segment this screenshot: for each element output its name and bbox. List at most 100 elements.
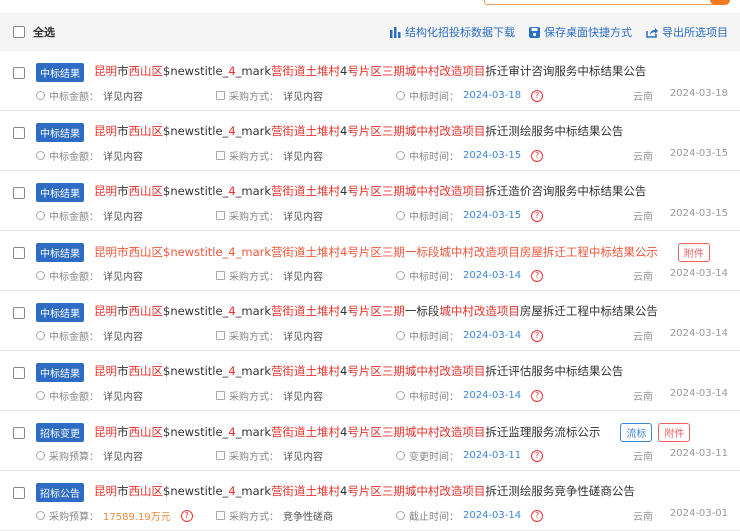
title-segment: 房屋拆迁工程中标结果公告 [519, 304, 658, 318]
select-all-checkbox[interactable] [13, 26, 25, 38]
list-item: 中标结果 昆明市西山区$newstitle_4_mark营街道土堆村4号片区三期… [0, 231, 740, 291]
document-icon [216, 391, 225, 400]
title-segment: 号片区三期城中村改造项目 [347, 484, 486, 498]
time-meta: 中标时间： 2024-03-18? [396, 88, 544, 103]
time-meta: 中标时间： 2024-03-14? [396, 328, 544, 343]
row-checkbox[interactable] [13, 367, 25, 379]
time-meta: 中标时间： 2024-03-15? [396, 148, 544, 163]
item-title-link[interactable]: 昆明市西山区$newstitle_4_mark营街道土堆村4号片区三期城中村改造… [94, 483, 635, 499]
publish-date: 2024-03-18 [669, 88, 728, 99]
help-icon[interactable]: ? [531, 89, 544, 102]
region: 云南 [633, 512, 653, 523]
amount-meta: 中标金额： 详见内容 [36, 148, 143, 163]
title-segment: 营街道土堆村 [271, 304, 341, 318]
category-tag: 中标结果 [36, 363, 84, 382]
item-title-link[interactable]: 昆明市西山区$newstitle_4_mark营街道土堆村4号片区三期城中村改造… [94, 183, 646, 199]
share-icon [646, 27, 658, 38]
title-segment: 市 [117, 124, 129, 138]
title-segment: 昆明市西山区$newstitle_4_mark营街道土堆村4号片区三期一标段城中… [94, 245, 658, 259]
method-meta: 采购方式： 详见内容 [216, 388, 323, 403]
row-checkbox[interactable] [13, 127, 25, 139]
download-data-button[interactable]: 结构化招投标数据下载 [390, 24, 515, 40]
save-shortcut-button[interactable]: 保存桌面快捷方式 [529, 24, 632, 40]
category-tag: 中标结果 [36, 303, 84, 322]
publish-date: 2024-03-14 [669, 328, 728, 339]
title-segment: 拆迁监理服务流标公示 [485, 425, 601, 439]
title-segment: 西山区 [128, 425, 164, 439]
clock-icon [396, 151, 405, 160]
amount-meta: 采购预算： 17589.19万元? [36, 508, 193, 523]
title-segment: 号片区三期城中村改造项目 [347, 124, 486, 138]
bar-chart-icon [390, 26, 401, 38]
title-segment: 昆明 [94, 484, 117, 498]
method-meta: 采购方式： 详见内容 [216, 88, 323, 103]
help-icon[interactable]: ? [531, 329, 544, 342]
item-title-link[interactable]: 昆明市西山区$newstitle_4_mark营街道土堆村4号片区三期城中村改造… [94, 363, 623, 379]
help-icon[interactable]: ? [180, 509, 193, 522]
result-list: 中标结果 昆明市西山区$newstitle_4_mark营街道土堆村4号片区三期… [0, 51, 740, 531]
title-segment: 拆迁评估服务中标结果公告 [485, 364, 624, 378]
title-segment: 营街道土堆村 [271, 64, 341, 78]
clock-icon [396, 451, 405, 460]
category-tag: 中标结果 [36, 123, 84, 142]
title-segment: 西山区 [128, 364, 164, 378]
title-segment: $newstitle_ [163, 484, 229, 498]
region: 云南 [633, 152, 653, 163]
row-checkbox[interactable] [13, 67, 25, 79]
top-search-area [0, 0, 740, 13]
title-segment: 拆迁审计咨询服务中标结果公告 [485, 64, 647, 78]
title-segment: $newstitle_ [163, 425, 229, 439]
row-checkbox[interactable] [13, 307, 25, 319]
item-title-link[interactable]: 昆明市西山区$newstitle_4_mark营街道土堆村4号片区三期城中村改造… [94, 123, 623, 139]
title-segment: 西山区 [128, 184, 164, 198]
search-input[interactable] [484, 0, 726, 5]
method-meta: 采购方式： 详见内容 [216, 148, 323, 163]
coin-icon [36, 331, 45, 340]
title-segment: $newstitle_ [163, 124, 229, 138]
list-item: 中标结果 昆明市西山区$newstitle_4_mark营街道土堆村4号片区三期… [0, 171, 740, 231]
list-item: 招标公告 昆明市西山区$newstitle_4_mark营街道土堆村4号片区三期… [0, 471, 740, 531]
row-checkbox[interactable] [13, 187, 25, 199]
help-icon[interactable]: ? [531, 509, 544, 522]
title-segment: 市 [117, 184, 129, 198]
document-icon [216, 451, 225, 460]
help-icon[interactable]: ? [531, 449, 544, 462]
help-icon[interactable]: ? [531, 149, 544, 162]
title-segment: 号片区三期城中村改造项目 [347, 425, 486, 439]
category-tag: 中标结果 [36, 183, 84, 202]
title-segment: _mark [235, 304, 272, 318]
row-checkbox[interactable] [13, 487, 25, 499]
title-segment: _mark [235, 364, 272, 378]
title-segment: 4 [228, 64, 236, 78]
title-segment: 营街道土堆村 [271, 484, 341, 498]
title-segment: 号片区三期城中村改造项目 [347, 364, 486, 378]
title-segment: $newstitle_ [163, 304, 229, 318]
category-tag: 招标变更 [36, 423, 84, 442]
help-icon[interactable]: ? [531, 209, 544, 222]
export-selected-button[interactable]: 导出所选项目 [646, 24, 728, 40]
select-all-label[interactable]: 全选 [33, 24, 55, 40]
row-checkbox[interactable] [13, 427, 25, 439]
title-segment: 号片区三期 [347, 304, 405, 318]
clock-icon [396, 271, 405, 280]
list-item: 中标结果 昆明市西山区$newstitle_4_mark营街道土堆村4号片区三期… [0, 51, 740, 111]
title-segment: 城中村改造项目 [439, 304, 520, 318]
item-title-link[interactable]: 昆明市西山区$newstitle_4_mark营街道土堆村4号片区三期城中村改造… [94, 423, 691, 442]
item-title-link[interactable]: 昆明市西山区$newstitle_4_mark营街道土堆村4号片区三期一标段城中… [94, 243, 710, 262]
badge-0: 附件 [677, 243, 710, 262]
search-button[interactable] [710, 0, 730, 5]
amount-meta: 中标金额： 详见内容 [36, 388, 143, 403]
title-segment: 昆明 [94, 124, 117, 138]
coin-icon [36, 91, 45, 100]
clock-icon [396, 211, 405, 220]
coin-icon [36, 211, 45, 220]
title-segment: 一标段 [404, 304, 440, 318]
row-checkbox[interactable] [13, 247, 25, 259]
help-icon[interactable]: ? [531, 269, 544, 282]
help-icon[interactable]: ? [531, 389, 544, 402]
item-title-link[interactable]: 昆明市西山区$newstitle_4_mark营街道土堆村4号片区三期城中村改造… [94, 63, 646, 79]
region: 云南 [633, 332, 653, 343]
list-toolbar: 全选 结构化招投标数据下载 保存桌面快捷方式 导出所选项目 [0, 13, 740, 51]
item-title-link[interactable]: 昆明市西山区$newstitle_4_mark营街道土堆村4号片区三期一标段城中… [94, 303, 658, 319]
method-meta: 采购方式： 详见内容 [216, 268, 323, 283]
